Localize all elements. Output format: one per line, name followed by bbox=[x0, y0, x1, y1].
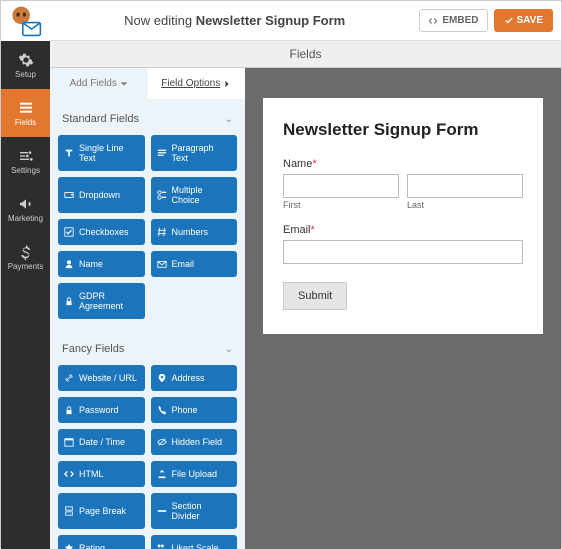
field-rating[interactable]: Rating bbox=[58, 535, 145, 549]
last-name-input[interactable] bbox=[407, 174, 523, 198]
pin-icon bbox=[157, 373, 167, 383]
form-title: Newsletter Signup Form bbox=[283, 120, 523, 140]
link-icon bbox=[64, 373, 74, 383]
tab-field-options[interactable]: Field Options bbox=[148, 68, 246, 99]
dropdown-icon bbox=[64, 190, 74, 200]
field-date-time[interactable]: Date / Time bbox=[58, 429, 145, 455]
field-multiple-choice[interactable]: Multiple Choice bbox=[151, 177, 238, 213]
logo bbox=[1, 1, 50, 41]
field-html[interactable]: HTML bbox=[58, 461, 145, 487]
tab-add-fields[interactable]: Add Fields bbox=[50, 68, 148, 99]
field-single-line-text[interactable]: Single Line Text bbox=[58, 135, 145, 171]
code-icon bbox=[64, 469, 74, 479]
paragraph-icon bbox=[157, 148, 167, 158]
gear-icon bbox=[18, 52, 34, 68]
wpforms-logo-icon bbox=[10, 5, 42, 37]
divider-icon bbox=[157, 506, 167, 516]
text-icon bbox=[64, 148, 74, 158]
envelope-icon bbox=[157, 259, 167, 269]
embed-button[interactable]: EMBED bbox=[419, 9, 487, 32]
first-name-input[interactable] bbox=[283, 174, 399, 198]
lock-icon bbox=[64, 405, 74, 415]
hash-icon bbox=[157, 227, 167, 237]
first-sublabel: First bbox=[283, 200, 399, 210]
dollar-icon bbox=[18, 244, 34, 260]
fancy-fields-header[interactable]: Fancy Fields ⌄ bbox=[50, 329, 245, 365]
field-paragraph-text[interactable]: Paragraph Text bbox=[151, 135, 238, 171]
radio-icon bbox=[157, 190, 167, 200]
field-hidden[interactable]: Hidden Field bbox=[151, 429, 238, 455]
phone-icon bbox=[157, 405, 167, 415]
field-name[interactable]: Name bbox=[58, 251, 145, 277]
upload-icon bbox=[157, 469, 167, 479]
chevron-down-icon: ⌄ bbox=[225, 114, 233, 125]
submit-button[interactable]: Submit bbox=[283, 282, 347, 310]
field-website-url[interactable]: Website / URL bbox=[58, 365, 145, 391]
field-password[interactable]: Password bbox=[58, 397, 145, 423]
email-label: Email* bbox=[283, 224, 523, 236]
chevron-right-icon bbox=[223, 80, 231, 88]
form-canvas: Newsletter Signup Form Name* First Last … bbox=[245, 68, 561, 549]
page-break-icon bbox=[64, 506, 74, 516]
nav-fields[interactable]: Fields bbox=[1, 89, 50, 137]
email-input[interactable] bbox=[283, 240, 523, 264]
page-title: Now editing Newsletter Signup Form bbox=[50, 13, 419, 28]
list-icon bbox=[18, 100, 34, 116]
nav-settings[interactable]: Settings bbox=[1, 137, 50, 185]
field-likert-scale[interactable]: Likert Scale bbox=[151, 535, 238, 549]
check-icon bbox=[504, 16, 514, 26]
field-dropdown[interactable]: Dropdown bbox=[58, 177, 145, 213]
field-gdpr[interactable]: GDPR Agreement bbox=[58, 283, 145, 319]
chevron-down-icon bbox=[120, 80, 128, 88]
calendar-icon bbox=[64, 437, 74, 447]
code-icon bbox=[428, 16, 438, 26]
user-icon bbox=[64, 259, 74, 269]
side-nav: Setup Fields Settings Marketing Payments bbox=[1, 41, 50, 549]
save-button[interactable]: SAVE bbox=[494, 9, 554, 32]
lock-icon bbox=[64, 296, 74, 306]
bullhorn-icon bbox=[18, 196, 34, 212]
field-file-upload[interactable]: File Upload bbox=[151, 461, 238, 487]
chevron-down-icon: ⌄ bbox=[225, 344, 233, 355]
form-preview[interactable]: Newsletter Signup Form Name* First Last … bbox=[263, 98, 543, 334]
nav-marketing[interactable]: Marketing bbox=[1, 185, 50, 233]
top-bar: Now editing Newsletter Signup Form EMBED… bbox=[1, 1, 561, 41]
last-sublabel: Last bbox=[407, 200, 523, 210]
field-section-divider[interactable]: Section Divider bbox=[151, 493, 238, 529]
nav-payments[interactable]: Payments bbox=[1, 233, 50, 281]
field-checkboxes[interactable]: Checkboxes bbox=[58, 219, 145, 245]
checkbox-icon bbox=[64, 227, 74, 237]
name-label: Name* bbox=[283, 158, 523, 170]
eye-slash-icon bbox=[157, 437, 167, 447]
field-email[interactable]: Email bbox=[151, 251, 238, 277]
field-page-break[interactable]: Page Break bbox=[58, 493, 145, 529]
star-icon bbox=[64, 543, 74, 549]
field-address[interactable]: Address bbox=[151, 365, 238, 391]
grid-icon bbox=[157, 543, 167, 549]
sliders-icon bbox=[18, 148, 34, 164]
standard-fields-header[interactable]: Standard Fields ⌄ bbox=[50, 99, 245, 135]
fields-panel: Add Fields Field Options Standard Fields… bbox=[50, 68, 245, 549]
field-numbers[interactable]: Numbers bbox=[151, 219, 238, 245]
field-phone[interactable]: Phone bbox=[151, 397, 238, 423]
nav-setup[interactable]: Setup bbox=[1, 41, 50, 89]
panel-header: Fields bbox=[50, 41, 561, 68]
